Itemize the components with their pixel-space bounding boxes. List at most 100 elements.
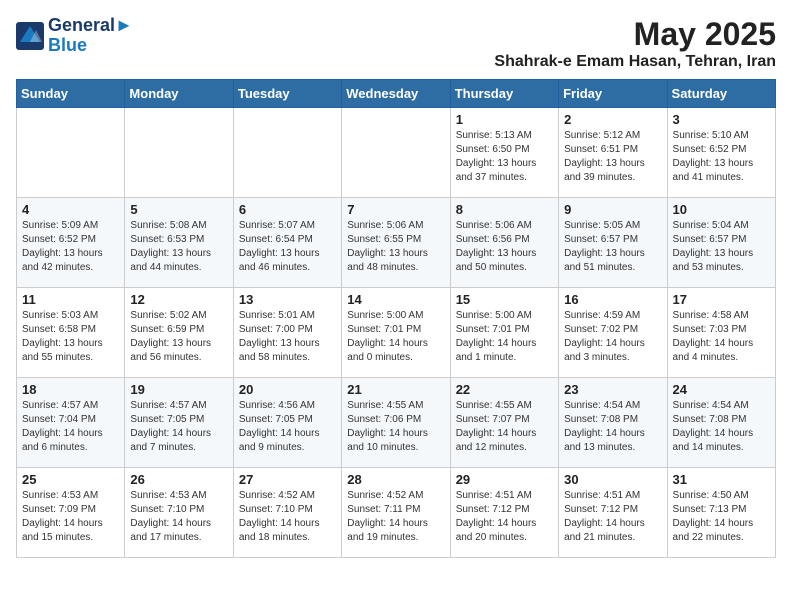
cell-info: Daylight: 13 hours and 50 minutes.	[456, 247, 553, 275]
day-number: 12	[130, 292, 227, 307]
month-title: May 2025	[494, 16, 776, 53]
cell-info: Sunrise: 5:02 AM	[130, 309, 227, 323]
cell-info: Sunset: 6:53 PM	[130, 233, 227, 247]
day-number: 30	[564, 472, 661, 487]
cell-info: Daylight: 13 hours and 41 minutes.	[673, 157, 770, 185]
calendar-cell: 24Sunrise: 4:54 AMSunset: 7:08 PMDayligh…	[667, 378, 775, 468]
cell-info: Sunset: 7:12 PM	[456, 503, 553, 517]
cell-info: Sunset: 7:10 PM	[130, 503, 227, 517]
cell-info: Daylight: 14 hours and 4 minutes.	[673, 337, 770, 365]
cell-info: Sunset: 6:52 PM	[22, 233, 119, 247]
cell-info: Sunrise: 4:53 AM	[130, 489, 227, 503]
cell-info: Sunset: 7:06 PM	[347, 413, 444, 427]
day-number: 25	[22, 472, 119, 487]
calendar-week-2: 4Sunrise: 5:09 AMSunset: 6:52 PMDaylight…	[17, 198, 776, 288]
header-thursday: Thursday	[450, 80, 558, 108]
cell-info: Sunset: 7:02 PM	[564, 323, 661, 337]
cell-info: Sunrise: 4:57 AM	[22, 399, 119, 413]
cell-info: Sunset: 6:59 PM	[130, 323, 227, 337]
cell-info: Sunrise: 5:06 AM	[456, 219, 553, 233]
day-number: 27	[239, 472, 336, 487]
cell-info: Sunrise: 5:01 AM	[239, 309, 336, 323]
day-number: 16	[564, 292, 661, 307]
calendar-cell: 14Sunrise: 5:00 AMSunset: 7:01 PMDayligh…	[342, 288, 450, 378]
day-number: 29	[456, 472, 553, 487]
cell-info: Daylight: 14 hours and 14 minutes.	[673, 427, 770, 455]
day-number: 26	[130, 472, 227, 487]
cell-info: Sunset: 7:13 PM	[673, 503, 770, 517]
calendar-cell: 18Sunrise: 4:57 AMSunset: 7:04 PMDayligh…	[17, 378, 125, 468]
cell-info: Daylight: 14 hours and 19 minutes.	[347, 517, 444, 545]
calendar-cell: 22Sunrise: 4:55 AMSunset: 7:07 PMDayligh…	[450, 378, 558, 468]
calendar-cell: 29Sunrise: 4:51 AMSunset: 7:12 PMDayligh…	[450, 468, 558, 558]
header-wednesday: Wednesday	[342, 80, 450, 108]
day-number: 28	[347, 472, 444, 487]
day-number: 1	[456, 112, 553, 127]
cell-info: Sunrise: 4:52 AM	[239, 489, 336, 503]
calendar-cell: 26 Sunrise: 4:53 AMSunset: 7:10 PMDayligh…	[125, 468, 233, 558]
day-number: 5	[130, 202, 227, 217]
header-saturday: Saturday	[667, 80, 775, 108]
cell-info: Sunrise: 4:53 AM	[22, 489, 119, 503]
calendar-table: SundayMondayTuesdayWednesdayThursdayFrid…	[16, 79, 776, 558]
cell-info: Daylight: 13 hours and 42 minutes.	[22, 247, 119, 275]
cell-info: Sunrise: 5:08 AM	[130, 219, 227, 233]
logo: General► Blue	[16, 16, 133, 56]
cell-info: Sunrise: 5:05 AM	[564, 219, 661, 233]
cell-info: Sunrise: 4:52 AM	[347, 489, 444, 503]
day-number: 19	[130, 382, 227, 397]
cell-info: Daylight: 14 hours and 13 minutes.	[564, 427, 661, 455]
calendar-cell: 21Sunrise: 4:55 AMSunset: 7:06 PMDayligh…	[342, 378, 450, 468]
calendar-cell: 30Sunrise: 4:51 AMSunset: 7:12 PMDayligh…	[559, 468, 667, 558]
cell-info: Daylight: 13 hours and 46 minutes.	[239, 247, 336, 275]
calendar-cell: 7Sunrise: 5:06 AMSunset: 6:55 PMDaylight…	[342, 198, 450, 288]
day-number: 10	[673, 202, 770, 217]
calendar-cell: 28 Sunrise: 4:52 AMSunset: 7:11 PMDayligh…	[342, 468, 450, 558]
day-number: 11	[22, 292, 119, 307]
header-monday: Monday	[125, 80, 233, 108]
cell-info: Sunrise: 5:12 AM	[564, 129, 661, 143]
day-number: 17	[673, 292, 770, 307]
calendar-cell	[233, 108, 341, 198]
calendar-cell: 20Sunrise: 4:56 AMSunset: 7:05 PMDayligh…	[233, 378, 341, 468]
cell-info: Daylight: 14 hours and 18 minutes.	[239, 517, 336, 545]
cell-info: Sunrise: 4:57 AM	[130, 399, 227, 413]
cell-info: Daylight: 13 hours and 44 minutes.	[130, 247, 227, 275]
calendar-cell: 6Sunrise: 5:07 AMSunset: 6:54 PMDaylight…	[233, 198, 341, 288]
cell-info: Daylight: 14 hours and 6 minutes.	[22, 427, 119, 455]
cell-info: Sunrise: 4:55 AM	[456, 399, 553, 413]
calendar-header-row: SundayMondayTuesdayWednesdayThursdayFrid…	[17, 80, 776, 108]
location-title: Shahrak-e Emam Hasan, Tehran, Iran	[494, 53, 776, 71]
cell-info: Sunset: 6:56 PM	[456, 233, 553, 247]
day-number: 8	[456, 202, 553, 217]
cell-info: Sunrise: 5:07 AM	[239, 219, 336, 233]
calendar-cell: 5 Sunrise: 5:08 AMSunset: 6:53 PMDaylight…	[125, 198, 233, 288]
calendar-cell: 19Sunrise: 4:57 AMSunset: 7:05 PMDayligh…	[125, 378, 233, 468]
cell-info: Daylight: 14 hours and 1 minute.	[456, 337, 553, 365]
cell-info: Daylight: 14 hours and 10 minutes.	[347, 427, 444, 455]
cell-info: Sunrise: 5:13 AM	[456, 129, 553, 143]
header-sunday: Sunday	[17, 80, 125, 108]
cell-info: Sunrise: 5:10 AM	[673, 129, 770, 143]
cell-info: Sunset: 6:55 PM	[347, 233, 444, 247]
cell-info: Sunset: 7:03 PM	[673, 323, 770, 337]
calendar-cell: 17Sunrise: 4:58 AMSunset: 7:03 PMDayligh…	[667, 288, 775, 378]
cell-info: Sunrise: 5:04 AM	[673, 219, 770, 233]
cell-info: Sunrise: 4:51 AM	[564, 489, 661, 503]
cell-info: Daylight: 14 hours and 20 minutes.	[456, 517, 553, 545]
cell-info: Sunrise: 5:03 AM	[22, 309, 119, 323]
day-number: 14	[347, 292, 444, 307]
cell-info: Daylight: 14 hours and 17 minutes.	[130, 517, 227, 545]
cell-info: Sunset: 7:09 PM	[22, 503, 119, 517]
calendar-cell: 11Sunrise: 5:03 AMSunset: 6:58 PMDayligh…	[17, 288, 125, 378]
calendar-cell: 31Sunrise: 4:50 AMSunset: 7:13 PMDayligh…	[667, 468, 775, 558]
cell-info: Sunset: 7:08 PM	[673, 413, 770, 427]
calendar-week-3: 11Sunrise: 5:03 AMSunset: 6:58 PMDayligh…	[17, 288, 776, 378]
day-number: 21	[347, 382, 444, 397]
calendar-cell: 15Sunrise: 5:00 AMSunset: 7:01 PMDayligh…	[450, 288, 558, 378]
cell-info: Sunrise: 5:09 AM	[22, 219, 119, 233]
cell-info: Sunset: 7:11 PM	[347, 503, 444, 517]
cell-info: Sunset: 7:08 PM	[564, 413, 661, 427]
calendar-cell: 10Sunrise: 5:04 AMSunset: 6:57 PMDayligh…	[667, 198, 775, 288]
cell-info: Daylight: 14 hours and 21 minutes.	[564, 517, 661, 545]
